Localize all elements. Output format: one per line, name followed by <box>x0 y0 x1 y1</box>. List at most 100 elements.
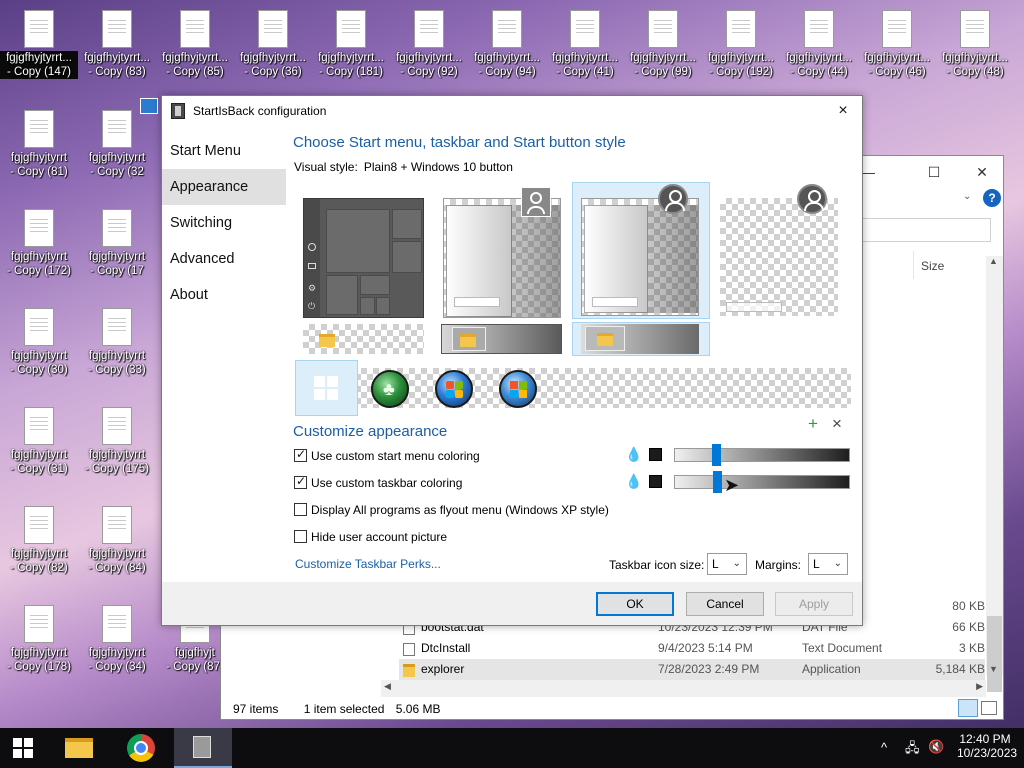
desktop-icon-label: - Copy (36) <box>244 66 302 78</box>
desktop-file-icon[interactable]: fgjgfhyjtyrrt... - Copy (83) <box>78 0 156 90</box>
desktop-file-icon[interactable]: fgjgfhyjtyrrt... - Copy (192) <box>702 0 780 90</box>
desktop-file-icon[interactable]: fgjgfhyjtyrrt - Copy (33) <box>78 298 156 388</box>
start-button[interactable] <box>0 728 46 768</box>
desktop-file-icon[interactable]: fgjgfhyjtyrrt... - Copy (92) <box>390 0 468 90</box>
desktop-file-icon[interactable]: fgjgfhyjtyrrt - Copy (82) <box>0 496 78 586</box>
chevron-down-icon[interactable]: ⌄ <box>963 191 971 202</box>
column-header-size[interactable]: Size <box>921 259 944 273</box>
clock[interactable]: 12:40 PM 10/23/2023 <box>957 732 1017 760</box>
desktop-icon-label: - Copy (175) <box>85 463 149 475</box>
style-thumbnail-plain8[interactable]: ⚙ ⏻ <box>303 198 424 318</box>
slider-thumb[interactable] <box>712 444 721 466</box>
taskbar-style-2[interactable] <box>441 324 562 354</box>
margins-select[interactable]: L ⌄ <box>808 553 848 575</box>
document-icon <box>102 506 132 544</box>
desktop-icon-label: - Copy (147) <box>0 65 78 79</box>
windows-10-start-button-icon[interactable] <box>314 376 338 400</box>
desktop-file-icon[interactable]: fgjgfhyjtyrrt - Copy (178) <box>0 595 78 685</box>
nav-item-about[interactable]: About <box>162 277 286 313</box>
nav-item-start-menu[interactable]: Start Menu <box>162 133 286 169</box>
nav-item-advanced[interactable]: Advanced <box>162 241 286 277</box>
desktop-file-icon[interactable]: fgjgfhyjtyrrt - Copy (34) <box>78 595 156 685</box>
taskbar-icon-size-select[interactable]: L ⌄ <box>707 553 747 575</box>
startisback-taskbar-button[interactable] <box>174 728 232 768</box>
start-menu-color-swatch[interactable] <box>649 448 662 461</box>
desktop-file-icon[interactable]: fgjgfhyjtyrrt - Copy (84) <box>78 496 156 586</box>
desktop-file-icon[interactable]: fgjgfhyjtyrrt... - Copy (94) <box>468 0 546 90</box>
network-icon[interactable]: 🖧 <box>905 739 920 761</box>
nav-item-appearance[interactable]: Appearance <box>162 169 286 205</box>
desktop-file-icon[interactable]: fgjgfhyjtyrrt... - Copy (99) <box>624 0 702 90</box>
horizontal-scrollbar[interactable]: ◀ ▶ <box>381 680 986 697</box>
desktop-file-icon[interactable]: fgjgfhyjtyrrt - Copy (30) <box>0 298 78 388</box>
file-explorer-taskbar-button[interactable] <box>56 728 102 768</box>
desktop-file-icon[interactable]: fgjgfhyjtyrrt... - Copy (41) <box>546 0 624 90</box>
search-input[interactable] <box>861 218 991 242</box>
hide-user-picture-checkbox[interactable] <box>294 530 307 543</box>
desktop-file-icon[interactable]: fgjgfhyjtyrrt... - Copy (44) <box>780 0 858 90</box>
large-icons-view-icon[interactable] <box>981 701 997 715</box>
scroll-up-icon[interactable]: ▲ <box>989 256 998 266</box>
nav-item-switching[interactable]: Switching <box>162 205 286 241</box>
scrollbar-thumb[interactable] <box>987 616 1002 692</box>
style-thumbnail-transparent[interactable] <box>720 198 838 316</box>
vertical-scrollbar[interactable]: ▲ ▼ <box>986 256 1003 692</box>
flyout-menu-checkbox[interactable] <box>294 503 307 516</box>
start-menu-coloring-checkbox[interactable] <box>294 447 307 462</box>
style-thumbnail-plain8-light[interactable] <box>443 187 561 318</box>
desktop-file-icon[interactable]: fgjgfhyjtyrrt... - Copy (36) <box>234 0 312 90</box>
close-button[interactable]: ✕ <box>959 158 1005 186</box>
scroll-right-icon[interactable]: ▶ <box>976 681 983 692</box>
customize-taskbar-perks-link[interactable]: Customize Taskbar Perks... <box>295 557 441 571</box>
remove-icon[interactable]: × <box>832 414 842 434</box>
taskbar-color-slider[interactable] <box>674 471 850 493</box>
taskbar-coloring-checkbox[interactable] <box>294 474 307 489</box>
option-start-menu-coloring[interactable]: Use custom start menu coloring <box>294 447 480 463</box>
windows-vista-start-button-icon[interactable] <box>499 370 537 408</box>
style-thumbnail-selected[interactable] <box>581 198 699 316</box>
volume-muted-icon[interactable]: 🔇 <box>928 739 944 755</box>
start-menu-color-slider[interactable] <box>674 444 850 466</box>
taskbar-color-swatch[interactable] <box>649 475 662 488</box>
option-hide-user-picture[interactable]: Hide user account picture <box>294 530 447 544</box>
dialog-titlebar[interactable]: StartIsBack configuration × <box>162 96 862 126</box>
windows-7-start-button-icon[interactable] <box>435 370 473 408</box>
opacity-drop-icon[interactable]: 💧 <box>625 446 642 463</box>
ok-button[interactable]: OK <box>596 592 674 616</box>
cancel-button[interactable]: Cancel <box>686 592 764 616</box>
show-hidden-icons[interactable]: ^ <box>881 740 887 755</box>
desktop-file-icon[interactable]: fgjgfhyjtyrrt - Copy (175) <box>78 397 156 487</box>
file-date: 7/28/2023 2:49 PM <box>658 662 760 676</box>
slider-thumb[interactable] <box>713 471 722 493</box>
help-icon[interactable]: ? <box>983 189 1001 207</box>
taskbar-style-1[interactable] <box>303 324 424 354</box>
desktop-file-icon[interactable]: fgjgfhyjtyrrt - Copy (172) <box>0 199 78 289</box>
chrome-taskbar-button[interactable] <box>118 728 164 768</box>
option-flyout-menu[interactable]: Display All programs as flyout menu (Win… <box>294 503 609 517</box>
window-icon <box>140 98 158 114</box>
desktop-file-icon[interactable]: fgjgfhyjtyrrt - Copy (31) <box>0 397 78 487</box>
desktop-file-icon[interactable]: fgjgfhyjtyrrt... - Copy (147) <box>0 0 78 90</box>
clover-start-button-icon[interactable]: ♣ <box>371 370 409 408</box>
desktop-icon-label: - Copy (172) <box>7 265 71 277</box>
desktop-file-icon[interactable]: fgjgfhyjtyrrt... - Copy (46) <box>858 0 936 90</box>
table-row[interactable]: explorer 7/28/2023 2:49 PM Application 5,18… <box>399 659 985 680</box>
desktop-file-icon[interactable]: fgjgfhyjtyrrt... - Copy (48) <box>936 0 1014 90</box>
table-row[interactable]: DtcInstall 9/4/2023 5:14 PM Text Document 3… <box>399 638 985 659</box>
maximize-button[interactable]: ☐ <box>911 158 957 186</box>
apply-button[interactable]: Apply <box>775 592 853 616</box>
option-taskbar-coloring[interactable]: Use custom taskbar coloring <box>294 474 462 490</box>
desktop-file-icon[interactable]: fgjgfhyjtyrrt - Copy (81) <box>0 100 78 190</box>
taskbar-style-3[interactable] <box>581 324 699 354</box>
scroll-left-icon[interactable]: ◀ <box>384 681 391 692</box>
document-icon <box>492 10 522 48</box>
desktop-file-icon[interactable]: fgjgfhyjtyrrt - Copy (17 <box>78 199 156 289</box>
document-icon <box>102 110 132 148</box>
desktop-file-icon[interactable]: fgjgfhyjtyrrt... - Copy (85) <box>156 0 234 90</box>
add-icon[interactable]: + <box>808 414 818 434</box>
scroll-down-icon[interactable]: ▼ <box>989 664 998 674</box>
dialog-close-button[interactable]: × <box>829 98 857 124</box>
opacity-drop-icon[interactable]: 💧 <box>625 473 642 490</box>
details-view-icon[interactable] <box>958 699 978 717</box>
desktop-file-icon[interactable]: fgjgfhyjtyrrt... - Copy (181) <box>312 0 390 90</box>
